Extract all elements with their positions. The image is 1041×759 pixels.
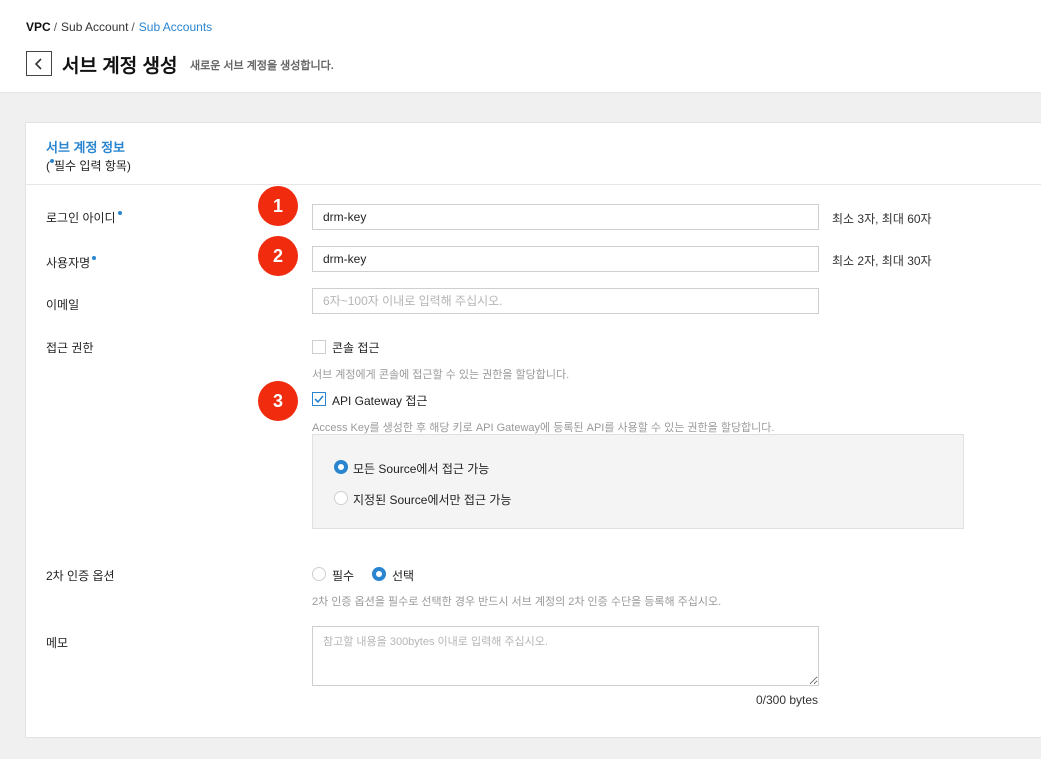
username-input[interactable]: [312, 246, 819, 272]
annotation-badge-1: 1: [258, 186, 298, 226]
card-header: 서브 계정 정보 (필수 입력 항목): [26, 123, 1041, 185]
page-title: 서브 계정 생성: [62, 56, 178, 77]
breadcrumb-separator: /: [53, 20, 58, 34]
login-id-input[interactable]: [312, 204, 819, 230]
annotation-badge-2: 2: [258, 236, 298, 276]
access-label: 접근 권한: [46, 341, 94, 355]
email-input[interactable]: [312, 288, 819, 314]
console-access-help: 서브 계정에게 콘솔에 접근할 수 있는 권한을 할당합니다.: [312, 369, 570, 381]
breadcrumb-vpc[interactable]: VPC: [26, 20, 51, 34]
console-access-checkbox[interactable]: [312, 340, 326, 354]
sub-account-form-card: 서브 계정 정보 (필수 입력 항목) 로그인 아이디 1 최소 3자, 최대 …: [25, 122, 1041, 738]
breadcrumb-sub-accounts[interactable]: Sub Accounts: [139, 20, 212, 34]
required-dot-icon: [117, 211, 122, 215]
radio-specified-sources[interactable]: [334, 491, 348, 505]
radio-all-sources-label[interactable]: 모든 Source에서 접근 가능: [353, 460, 489, 477]
source-options-panel: 모든 Source에서 접근 가능 지정된 Source에서만 접근 가능: [312, 434, 964, 529]
console-access-label[interactable]: 콘솔 접근: [332, 339, 380, 356]
login-id-hint: 최소 3자, 최대 60자: [832, 212, 932, 226]
radio-all-sources[interactable]: [334, 460, 348, 474]
two-factor-required-label[interactable]: 필수: [332, 567, 354, 584]
breadcrumb: VPC / Sub Account / Sub Accounts: [26, 20, 212, 34]
memo-textarea[interactable]: [312, 626, 819, 686]
api-gateway-checkbox[interactable]: [312, 392, 326, 406]
login-id-label: 로그인 아이디: [46, 209, 122, 226]
username-label: 사용자명: [46, 254, 97, 271]
required-fields-note: (필수 입력 항목): [46, 159, 131, 173]
chevron-left-icon: [34, 57, 42, 70]
api-gateway-label[interactable]: API Gateway 접근: [332, 392, 427, 409]
required-dot-icon: [92, 256, 97, 260]
checkmark-icon: [314, 395, 324, 404]
memo-label: 메모: [46, 636, 69, 650]
radio-specified-sources-label[interactable]: 지정된 Source에서만 접근 가능: [353, 491, 511, 508]
back-button[interactable]: [26, 51, 52, 76]
username-hint: 최소 2자, 최대 30자: [832, 254, 932, 268]
section-title: 서브 계정 정보: [46, 140, 125, 155]
api-gateway-help: Access Key를 생성한 후 해당 키로 API Gateway에 등록된…: [312, 422, 775, 434]
email-label: 이메일: [46, 298, 80, 312]
breadcrumb-separator: /: [131, 20, 135, 34]
memo-byte-counter: 0/300 bytes: [756, 693, 819, 707]
breadcrumb-sub-account[interactable]: Sub Account: [61, 20, 128, 34]
two-factor-label: 2차 인증 옵션: [46, 569, 115, 583]
two-factor-help: 2차 인증 옵션을 필수로 선택한 경우 반드시 서브 계정의 2차 인증 수단…: [312, 596, 722, 608]
page-description: 새로운 서브 계정을 생성합니다.: [190, 60, 334, 72]
page-header: VPC / Sub Account / Sub Accounts 서브 계정 생성 새로…: [0, 0, 1041, 93]
annotation-badge-3: 3: [258, 381, 298, 421]
two-factor-required-radio[interactable]: [312, 567, 326, 581]
two-factor-optional-label[interactable]: 선택: [392, 567, 414, 584]
two-factor-optional-radio[interactable]: [372, 567, 386, 581]
